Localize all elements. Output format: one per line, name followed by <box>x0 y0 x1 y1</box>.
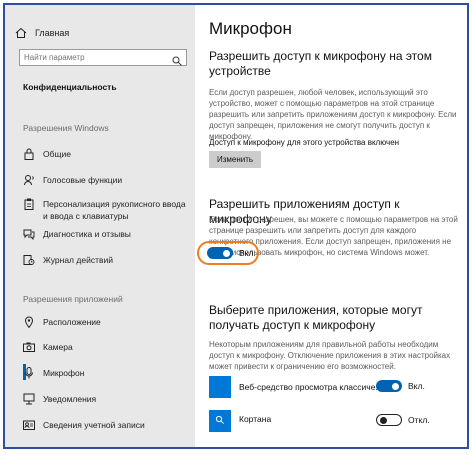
sidebar-item-diagnostics[interactable]: Диагностика и отзывы <box>5 228 195 240</box>
sidebar-item-general[interactable]: Общие <box>5 148 195 160</box>
sidebar-item-label: Сведения учетной записи <box>43 420 145 430</box>
device-access-status: Доступ к микрофону для этого устройства … <box>209 138 400 147</box>
cortana-toggle-label: Откл. <box>408 415 430 425</box>
sidebar-item-label: Общие <box>43 149 71 159</box>
web-viewer-icon <box>209 376 231 398</box>
home-link[interactable]: Главная <box>15 27 69 39</box>
settings-window: Главная Конфиденциальность Разрешения Wi… <box>3 3 469 449</box>
speech-icon <box>23 174 35 186</box>
account-icon <box>23 419 35 431</box>
sidebar-item-label: Персонализация рукописного ввода и ввода… <box>43 199 186 221</box>
search-icon[interactable] <box>172 53 182 71</box>
device-access-heading: Разрешить доступ к микрофону на этом уст… <box>209 49 432 78</box>
home-icon <box>15 27 27 39</box>
group-header-windows: Разрешения Windows <box>23 123 109 133</box>
camera-icon <box>23 341 35 353</box>
sidebar-item-speech[interactable]: Голосовые функции <box>5 174 195 186</box>
sidebar-item-account-info[interactable]: Сведения учетной записи <box>5 419 195 431</box>
sidebar-item-notifications[interactable]: Уведомления <box>5 393 195 405</box>
section-title: Конфиденциальность <box>23 82 117 92</box>
apps-access-toggle-label: Вкл. <box>239 248 256 258</box>
sidebar-item-label: Диагностика и отзывы <box>43 229 131 239</box>
page-title: Микрофон <box>209 19 292 38</box>
sidebar-item-label: Голосовые функции <box>43 175 123 185</box>
sidebar-item-label: Уведомления <box>43 394 97 404</box>
app-name-web-viewer: Веб-средство просмотра классиче... <box>239 382 383 392</box>
sidebar-item-label: Расположение <box>43 317 101 327</box>
search-icon <box>215 412 225 430</box>
choose-apps-description: Некоторым приложениям для правильной раб… <box>209 340 451 371</box>
apps-access-toggle[interactable] <box>207 247 233 259</box>
sidebar-item-label: Камера <box>43 342 73 352</box>
cortana-app-icon <box>209 410 231 432</box>
web-viewer-toggle-label: Вкл. <box>408 381 425 391</box>
cortana-toggle[interactable] <box>376 414 402 426</box>
search-input[interactable] <box>24 52 164 63</box>
history-icon <box>23 254 35 266</box>
toggle-knob <box>223 249 230 257</box>
device-access-description: Если доступ разрешен, любой человек, исп… <box>209 88 457 141</box>
sidebar-item-label: Микрофон <box>43 368 85 378</box>
sidebar-item-microphone[interactable]: Микрофон <box>5 367 195 379</box>
notification-icon <box>23 393 35 405</box>
change-button[interactable]: Изменить <box>209 151 261 168</box>
toggle-knob <box>379 416 387 424</box>
sidebar: Главная Конфиденциальность Разрешения Wi… <box>5 5 195 447</box>
toggle-knob <box>392 382 399 390</box>
location-icon <box>23 316 35 328</box>
microphone-icon <box>23 367 35 379</box>
search-box[interactable] <box>19 49 187 66</box>
sidebar-item-inking[interactable]: Персонализация рукописного ввода и ввода… <box>5 198 195 222</box>
app-name-cortana: Кортана <box>239 414 272 424</box>
sidebar-item-camera[interactable]: Камера <box>5 341 195 353</box>
group-header-apps: Разрешения приложений <box>23 294 123 304</box>
clipboard-icon <box>23 198 35 210</box>
main-panel: Микрофон Разрешить доступ к микрофону на… <box>195 5 467 447</box>
lock-icon <box>23 148 35 160</box>
choose-apps-heading: Выберите приложения, которые могут получ… <box>209 303 423 332</box>
web-viewer-toggle[interactable] <box>376 380 402 392</box>
feedback-icon <box>23 228 35 240</box>
sidebar-item-label: Журнал действий <box>43 255 113 265</box>
sidebar-item-activity[interactable]: Журнал действий <box>5 254 195 266</box>
sidebar-item-location[interactable]: Расположение <box>5 316 195 328</box>
home-label: Главная <box>35 28 70 38</box>
